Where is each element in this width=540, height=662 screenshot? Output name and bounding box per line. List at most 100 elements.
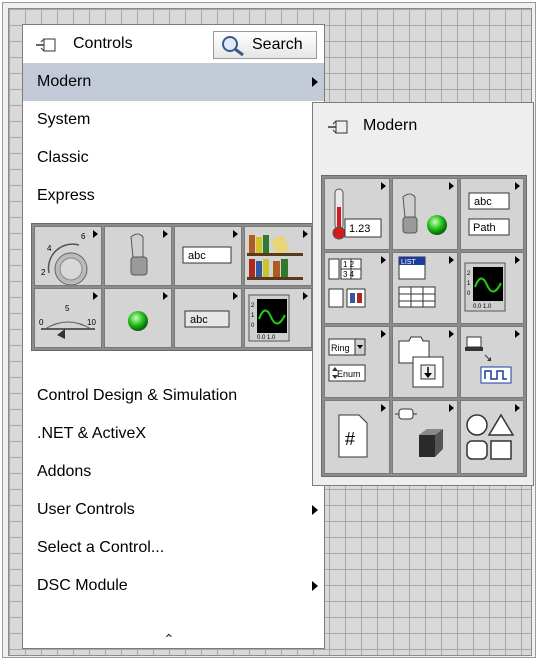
express-tile-knob[interactable]: 2 4 6 <box>34 226 102 286</box>
io-icon <box>465 336 512 384</box>
search-button[interactable]: Search <box>213 31 317 59</box>
svg-text:1 2: 1 2 <box>343 260 355 269</box>
knob-icon: 2 4 6 <box>41 232 88 286</box>
menu-item-net-activex[interactable]: .NET & ActiveX <box>23 415 324 453</box>
search-button-label: Search <box>252 36 303 53</box>
menu-item-classic[interactable]: Classic <box>23 139 324 177</box>
menu-item-label: User Controls <box>37 501 135 518</box>
svg-text:2: 2 <box>41 268 46 277</box>
modern-tile-ring-enum[interactable]: Ring Enum <box>324 326 390 398</box>
collapse-chevron-icon[interactable]: ⌃ <box>163 631 175 648</box>
led-icon <box>128 311 148 331</box>
containers-icon <box>398 336 444 388</box>
modern-tile-boolean[interactable] <box>392 178 458 250</box>
submenu-arrow-icon <box>312 581 318 591</box>
subpalette-title: Modern <box>363 117 418 134</box>
svg-text:Ring: Ring <box>331 343 350 353</box>
toggle-switch-icon <box>130 233 148 276</box>
svg-text:3 4: 3 4 <box>343 270 355 279</box>
graph-icon: 2 1 0 0.0 1.0 <box>248 294 290 342</box>
svg-text:10: 10 <box>87 318 96 327</box>
svg-text:LIST: LIST <box>401 259 417 266</box>
books-icon <box>247 235 303 280</box>
menu-item-express[interactable]: Express <box>23 177 324 215</box>
modern-subpalette: Modern 1.23 abc Path 1 2 3 4 LIST 2 1 0 … <box>312 102 534 486</box>
modern-tile-list-table-tree[interactable]: LIST <box>392 252 458 324</box>
express-tile-books[interactable] <box>244 226 312 286</box>
tile-arrow-icon <box>93 230 98 238</box>
decorations-icon <box>395 408 443 457</box>
svg-text:abc: abc <box>474 196 492 208</box>
express-tile-grid: 2 4 6 abc 0 5 10 abc 2 1 0 0.0 1.0 <box>31 223 314 351</box>
modern-tile-grid: 1.23 abc Path 1 2 3 4 LIST 2 1 0 0.0 1.0… <box>321 175 527 477</box>
string-indicator-icon: abc <box>184 310 230 328</box>
modern-tile-containers[interactable] <box>392 326 458 398</box>
slider-icon: 0 5 10 <box>39 304 96 339</box>
boolean-icon <box>402 193 447 235</box>
svg-text:Path: Path <box>473 222 496 234</box>
tile-arrow-icon <box>303 230 308 238</box>
tile-arrow-icon <box>515 404 520 412</box>
tile-arrow-icon <box>449 256 454 264</box>
tile-arrow-icon <box>515 182 520 190</box>
svg-text:1.23: 1.23 <box>349 223 370 235</box>
express-tile-slider[interactable]: 0 5 10 <box>34 288 102 348</box>
svg-text:0.0 1.0: 0.0 1.0 <box>473 304 492 310</box>
menu-item-label: Control Design & Simulation <box>37 387 238 404</box>
tile-arrow-icon <box>233 230 238 238</box>
tile-arrow-icon <box>381 330 386 338</box>
menu-item-system[interactable]: System <box>23 101 324 139</box>
svg-text:4: 4 <box>47 244 52 253</box>
tile-arrow-icon <box>93 292 98 300</box>
menu-item-dsc-module[interactable]: DSC Module <box>23 567 324 605</box>
menu-item-select-a-control[interactable]: Select a Control... <box>23 529 324 567</box>
svg-text:Enum: Enum <box>337 369 361 379</box>
menu-item-label: Modern <box>37 73 92 90</box>
pin-icon[interactable] <box>327 118 349 136</box>
modern-tile-variant-class[interactable]: # <box>324 400 390 474</box>
tile-arrow-icon <box>515 330 520 338</box>
menu-item-modern[interactable]: Modern <box>23 63 324 101</box>
menu-item-addons[interactable]: Addons <box>23 453 324 491</box>
menu-item-control-design-simulation[interactable]: Control Design & Simulation <box>23 377 324 415</box>
menu-item-label: DSC Module <box>37 577 128 594</box>
list-table-tree-icon: LIST <box>398 256 436 308</box>
ring-enum-icon: Ring Enum <box>328 338 366 382</box>
menu-item-label: Express <box>37 187 95 204</box>
express-tile-toggle[interactable] <box>104 226 172 286</box>
string-control-icon: abc <box>182 246 232 264</box>
express-tile-graph[interactable]: 2 1 0 0.0 1.0 <box>244 288 312 348</box>
express-tile-led[interactable] <box>104 288 172 348</box>
pin-icon[interactable] <box>35 36 57 54</box>
modern-tile-io[interactable] <box>460 326 524 398</box>
modern-tile-graph[interactable]: 2 1 0 0.0 1.0 <box>460 252 524 324</box>
svg-text:0.0 1.0: 0.0 1.0 <box>257 335 276 341</box>
menu-item-label: System <box>37 111 91 128</box>
modern-tile-array-matrix-cluster[interactable]: 1 2 3 4 <box>324 252 390 324</box>
graph-icon: 2 1 0 0.0 1.0 <box>464 262 506 312</box>
svg-text:abc: abc <box>188 250 206 262</box>
svg-text:6: 6 <box>81 232 86 241</box>
palette-title: Controls <box>73 35 133 52</box>
express-tile-string-control[interactable]: abc <box>174 226 242 286</box>
menu-item-label: Select a Control... <box>37 539 165 556</box>
submenu-arrow-icon <box>312 77 318 87</box>
express-tile-string-indicator[interactable]: abc <box>174 288 242 348</box>
tile-arrow-icon <box>303 292 308 300</box>
tile-arrow-icon <box>515 256 520 264</box>
menu-item-user-controls[interactable]: User Controls <box>23 491 324 529</box>
modern-tile-shapes[interactable] <box>460 400 524 474</box>
svg-text:5: 5 <box>65 304 70 313</box>
tile-arrow-icon <box>449 330 454 338</box>
modern-tile-numeric[interactable]: 1.23 <box>324 178 390 250</box>
tile-arrow-icon <box>381 182 386 190</box>
modern-tile-decorations[interactable] <box>392 400 458 474</box>
magnifier-icon <box>222 36 244 57</box>
palette-header: Controls Search <box>23 25 324 63</box>
tile-arrow-icon <box>381 256 386 264</box>
variant-class-icon: # <box>338 414 368 458</box>
numeric-icon: 1.23 <box>332 188 382 240</box>
modern-tile-string-path[interactable]: abc Path <box>460 178 524 250</box>
tile-arrow-icon <box>449 404 454 412</box>
svg-text:abc: abc <box>190 314 208 326</box>
